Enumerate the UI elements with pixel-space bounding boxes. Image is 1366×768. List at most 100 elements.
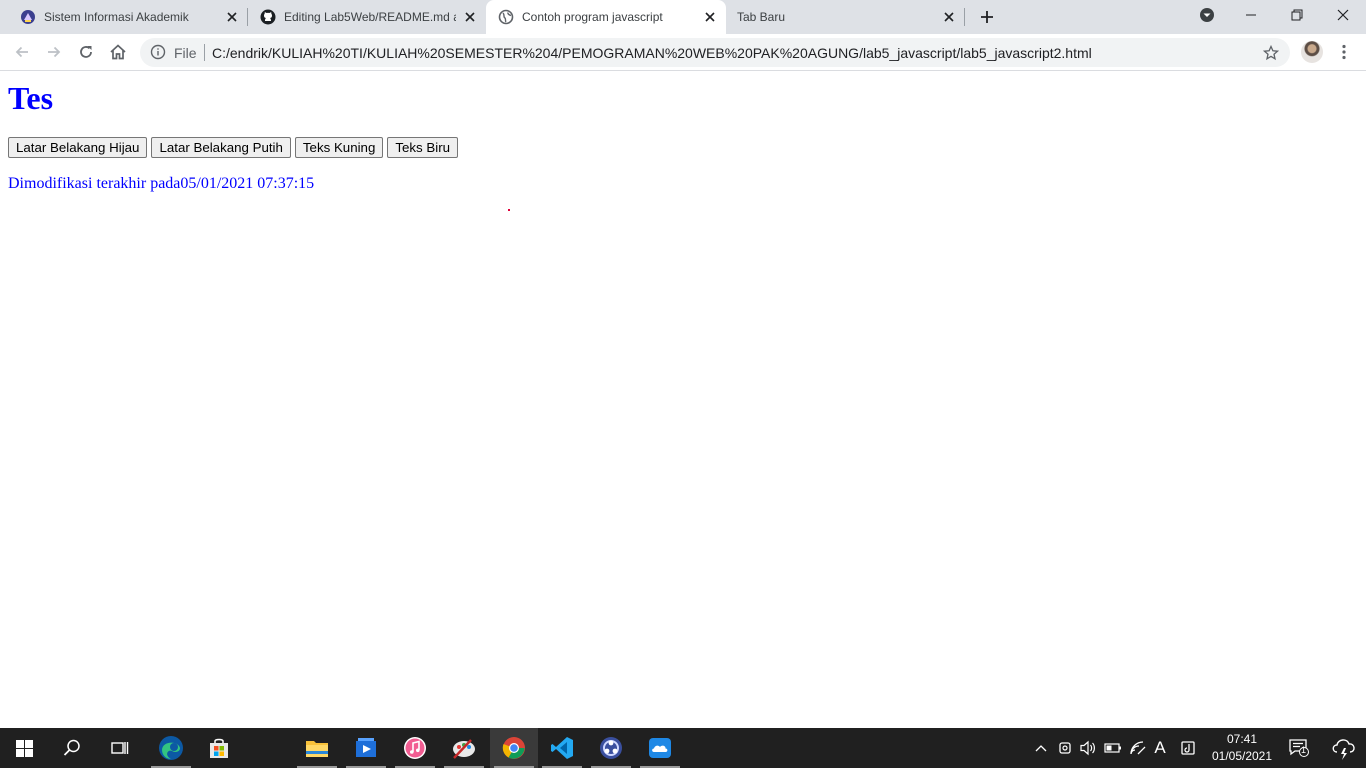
yellow-text-button[interactable]: Teks Kuning: [294, 137, 384, 158]
weather-button[interactable]: [1330, 738, 1358, 760]
taskbar-clock[interactable]: 07:41 01/05/2021: [1208, 731, 1276, 765]
reload-button[interactable]: [74, 40, 98, 64]
blue-text-button[interactable]: Teks Biru: [387, 137, 459, 158]
search-icon: [63, 739, 80, 756]
store-app[interactable]: [195, 728, 243, 768]
tab-title: Editing Lab5Web/README.md at: [284, 10, 456, 24]
file-explorer-icon: [306, 741, 328, 757]
last-modified-text: Dimodifikasi terakhir pada05/01/2021 07:…: [8, 175, 315, 192]
home-icon: [110, 44, 126, 60]
button-row: Latar Belakang Hijau Latar Belakang Puti…: [8, 137, 459, 158]
task-view-button[interactable]: [96, 728, 144, 768]
arrow-left-icon: [15, 46, 28, 58]
close-icon[interactable]: [702, 9, 718, 25]
volume-button[interactable]: [1078, 738, 1098, 758]
speaker-icon: [1080, 740, 1095, 756]
page-content: Tes Latar Belakang Hijau Latar Belakang …: [0, 71, 1366, 728]
chevron-down-circle-icon: [1200, 8, 1214, 22]
home-button[interactable]: [106, 40, 130, 64]
bookmark-star-icon[interactable]: [1262, 44, 1280, 62]
edge-app[interactable]: [147, 728, 195, 768]
restore-button[interactable]: [1274, 0, 1320, 30]
plus-icon: [981, 11, 993, 23]
cursor-dot: [508, 209, 510, 211]
tab-contoh-program[interactable]: Contoh program javascript: [486, 0, 726, 34]
url-text[interactable]: C:/endrik/KULIAH%20TI/KULIAH%20SEMESTER%…: [212, 45, 1092, 61]
new-tab-button[interactable]: [976, 6, 998, 28]
scheme-label: File: [174, 45, 197, 61]
close-icon[interactable]: [941, 9, 957, 25]
onedrive-icon: [649, 738, 671, 758]
info-icon[interactable]: [150, 44, 166, 60]
battery-button[interactable]: [1103, 738, 1123, 758]
tab-title: Sistem Informasi Akademik: [44, 10, 189, 24]
globe-icon: [498, 9, 514, 25]
back-button[interactable]: [10, 40, 34, 64]
security-tray-button[interactable]: [1178, 738, 1198, 758]
browser-menu-button[interactable]: [1334, 41, 1354, 63]
network-button[interactable]: [1128, 738, 1148, 758]
minimize-button[interactable]: [1228, 0, 1274, 30]
media-player-app[interactable]: [342, 728, 390, 768]
close-icon[interactable]: [462, 9, 478, 25]
paint-icon: [453, 739, 475, 759]
arrow-right-icon: [48, 46, 61, 58]
file-explorer-app[interactable]: [293, 728, 341, 768]
github-icon: [260, 9, 276, 25]
tab-separator: [964, 8, 965, 26]
restore-icon: [1291, 9, 1303, 21]
tab-sistem-informasi[interactable]: Sistem Informasi Akademik: [0, 0, 248, 34]
tab-strip: Sistem Informasi Akademik Editing Lab5We…: [0, 0, 1366, 34]
obs-icon: [600, 737, 622, 759]
tab-title: Tab Baru: [737, 10, 786, 24]
forward-button[interactable]: [42, 40, 66, 64]
address-bar[interactable]: File C:/endrik/KULIAH%20TI/KULIAH%20SEME…: [140, 38, 1290, 67]
tab-search-button[interactable]: [1184, 0, 1230, 30]
browser-toolbar: File C:/endrik/KULIAH%20TI/KULIAH%20SEME…: [0, 34, 1366, 71]
university-logo-icon: [20, 9, 36, 25]
vscode-icon: [551, 737, 573, 759]
white-background-button[interactable]: Latar Belakang Putih: [151, 137, 291, 158]
itunes-icon: [404, 737, 426, 759]
show-hidden-icons-button[interactable]: [1031, 738, 1051, 758]
start-icon: [15, 739, 33, 757]
media-player-icon: [356, 738, 376, 757]
chevron-up-icon: [1035, 745, 1047, 752]
vscode-app[interactable]: [538, 728, 586, 768]
start-button[interactable]: [0, 728, 48, 768]
notification-count: 1: [1301, 745, 1307, 755]
thunder-cloud-icon: [1332, 739, 1355, 760]
omnibox-separator: [204, 44, 205, 61]
tab-title: Contoh program javascript: [522, 10, 663, 24]
action-center-button[interactable]: 1: [1288, 738, 1310, 758]
minimize-icon: [1246, 14, 1256, 16]
tab-tab-baru[interactable]: Tab Baru: [726, 0, 964, 34]
page-heading: Tes: [8, 80, 54, 116]
obs-app[interactable]: [587, 728, 635, 768]
meet-now-button[interactable]: [1055, 738, 1075, 758]
close-icon: [1337, 9, 1349, 21]
reload-icon: [80, 46, 92, 58]
task-view-icon: [111, 742, 129, 754]
chrome-app[interactable]: [490, 728, 538, 768]
clock-time: 07:41: [1226, 732, 1258, 746]
shield-icon: [1181, 741, 1195, 755]
clock-date: 01/05/2021: [1211, 749, 1273, 763]
windows-taskbar: A 07:41 01/05/2021 1: [0, 728, 1366, 768]
battery-icon: [1104, 743, 1121, 753]
wifi-icon: [1130, 741, 1146, 755]
input-indicator[interactable]: A: [1150, 738, 1170, 758]
profile-avatar[interactable]: [1301, 41, 1323, 63]
more-vert-icon: [1342, 44, 1346, 60]
store-icon: [210, 738, 228, 758]
green-background-button[interactable]: Latar Belakang Hijau: [8, 137, 148, 158]
chrome-icon: [502, 737, 525, 759]
camera-icon: [1059, 742, 1071, 754]
tab-editing-readme[interactable]: Editing Lab5Web/README.md at: [248, 0, 486, 34]
itunes-app[interactable]: [391, 728, 439, 768]
onedrive-app[interactable]: [636, 728, 684, 768]
search-button[interactable]: [48, 728, 96, 768]
close-window-button[interactable]: [1320, 0, 1366, 30]
close-icon[interactable]: [224, 9, 240, 25]
paint-app[interactable]: [440, 728, 488, 768]
